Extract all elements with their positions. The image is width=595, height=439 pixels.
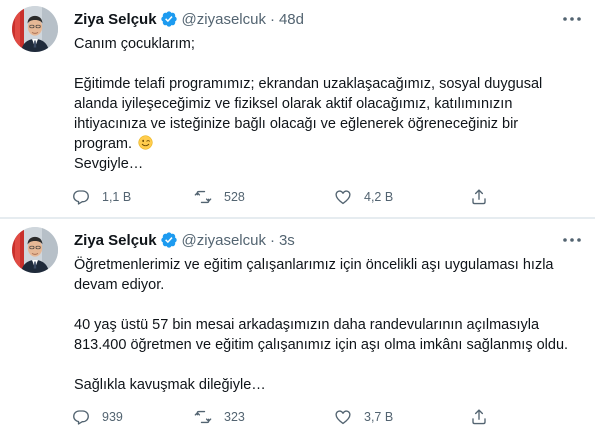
retweet-count: 528 [224, 190, 245, 204]
retweet-icon [194, 408, 212, 426]
verified-badge-icon [160, 231, 178, 249]
tweet-line: alanda iyileşeceğimiz ve fiziksel olarak… [74, 96, 513, 112]
like-button[interactable]: 4,2 B [334, 187, 393, 207]
tweet-1[interactable]: Ziya Selçuk @ziyaselcuk · 48d Canım çocu… [0, 0, 595, 218]
tweet-line: program. [74, 136, 133, 152]
tweet-line: Sağlıkla kavuşmak dileğiyle… [74, 377, 266, 393]
retweet-count: 323 [224, 410, 245, 424]
tweet-line: Öğretmenlerimiz ve eğitim çalışanlarımız… [74, 257, 554, 273]
avatar[interactable] [12, 227, 58, 273]
more-options-icon[interactable] [561, 12, 583, 26]
tweet-line-with-emoji: program. [74, 134, 584, 154]
tweet-line: 40 yaş üstü 57 bin mesai arkadaşımızın d… [74, 317, 540, 333]
more-options-icon[interactable] [561, 233, 583, 247]
retweet-button[interactable]: 323 [194, 407, 245, 427]
tweet-actions: 939 323 3,7 B [72, 407, 532, 427]
reply-icon [72, 408, 90, 426]
reply-button[interactable]: 939 [72, 407, 123, 427]
tweet-line: ihtiyacınıza ve isteğinize bağlı olacağı… [74, 116, 519, 132]
author-name[interactable]: Ziya Selçuk [74, 11, 157, 28]
tweet-line: Eğitimde telafi programımız; ekrandan uz… [74, 76, 543, 92]
share-icon [470, 408, 488, 426]
heart-icon [334, 408, 352, 426]
tweet-line: Sevgiyle… [74, 156, 144, 172]
tweet-line: devam ediyor. [74, 277, 165, 293]
tweet-actions: 1,1 B 528 4,2 B [72, 187, 532, 207]
reply-button[interactable]: 1,1 B [72, 187, 131, 207]
tweet-timestamp[interactable]: 3s [279, 232, 295, 249]
separator-dot: · [269, 231, 275, 249]
like-count: 3,7 B [364, 410, 394, 424]
tweet-line: Canım çocuklarım; [74, 36, 195, 52]
tweet-2[interactable]: Ziya Selçuk @ziyaselcuk · 3s Öğretmenler… [0, 219, 595, 439]
author-name[interactable]: Ziya Selçuk [74, 232, 157, 249]
reply-count: 1,1 B [102, 190, 132, 204]
avatar[interactable] [12, 6, 58, 52]
heart-icon [334, 188, 352, 206]
author-handle[interactable]: @ziyaselcuk [182, 11, 266, 28]
verified-badge-icon [160, 10, 178, 28]
reply-count: 939 [102, 410, 123, 424]
tweet-text: Öğretmenlerimiz ve eğitim çalışanlarımız… [74, 255, 584, 395]
share-button[interactable] [470, 407, 488, 427]
share-icon [470, 188, 488, 206]
winking-face-emoji-icon [138, 135, 153, 150]
tweet-header: Ziya Selçuk @ziyaselcuk · 48d [74, 9, 304, 29]
tweet-header: Ziya Selçuk @ziyaselcuk · 3s [74, 230, 295, 250]
like-button[interactable]: 3,7 B [334, 407, 393, 427]
author-handle[interactable]: @ziyaselcuk [182, 232, 266, 249]
like-count: 4,2 B [364, 190, 394, 204]
reply-icon [72, 188, 90, 206]
separator-dot: · [269, 10, 275, 28]
retweet-icon [194, 188, 212, 206]
retweet-button[interactable]: 528 [194, 187, 245, 207]
tweet-timestamp[interactable]: 48d [279, 11, 304, 28]
tweet-line: 813.400 öğretmen ve eğitim çalışanımız i… [74, 337, 569, 353]
share-button[interactable] [470, 187, 488, 207]
tweet-text: Canım çocuklarım; Eğitimde telafi progra… [74, 34, 584, 174]
